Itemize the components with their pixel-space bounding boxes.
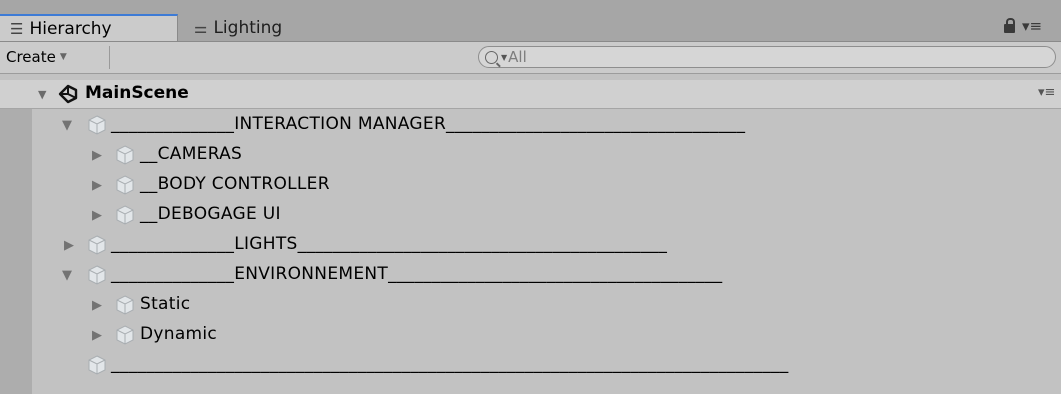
unity-logo-icon [58,84,78,104]
gameobject-cube-icon [116,205,134,225]
create-button[interactable]: Create ▼ [2,46,110,69]
tree-item-label: ________________________________________… [111,354,789,374]
create-button-label: Create [6,48,56,66]
dropdown-arrow-icon: ▼ [59,52,67,62]
collapse-arrow-icon[interactable]: ▶ [92,299,102,312]
gameobject-cube-icon [116,175,134,195]
tree-item[interactable]: ________________________________________… [0,350,1061,380]
tree-item[interactable]: ▼ ______________INTERACTION MANAGER_____… [0,110,1061,140]
tree-item-label: ______________ENVIRONNEMENT_____________… [111,264,723,284]
tree-item-label: __DEBOGAGE UI [140,204,281,224]
toolbar: Create ▼ ▼ [0,42,1061,74]
tab-hierarchy[interactable]: ☰ Hierarchy [0,14,178,41]
gameobject-cube-icon [116,145,134,165]
expand-arrow-icon[interactable]: ▼ [62,119,72,132]
tab-lighting[interactable]: ⚌ Lighting [184,14,334,41]
expand-arrow-icon[interactable]: ▼ [62,269,72,282]
expand-arrow-icon[interactable]: ▼ [38,88,46,101]
hierarchy-list-icon: ☰ [10,19,24,38]
gameobject-cube-icon [88,355,106,375]
hierarchy-window: ☰ Hierarchy ⚌ Lighting ▾≡ Create▼ ▼ ▼ Ma… [0,0,1061,394]
scene-menu-icon[interactable]: ▾≡ [1038,85,1055,100]
tree-item-label: ______________LIGHTS____________________… [111,234,668,254]
gameobject-cube-icon [88,265,106,285]
gameobject-cube-icon [88,115,106,135]
lock-icon[interactable] [1004,18,1015,33]
gameobject-cube-icon [88,235,106,255]
tree-item[interactable]: ▶ __BODY CONTROLLER [0,170,1061,200]
search-field[interactable]: ▼ [478,46,1056,68]
lighting-icon: ⚌ [194,18,208,37]
tree-item[interactable]: ▶ __CAMERAS [0,140,1061,170]
collapse-arrow-icon[interactable]: ▶ [92,329,102,342]
tab-menu-icon[interactable]: ▾≡ [1022,17,1042,35]
gameobject-cube-icon [116,295,134,315]
gameobject-cube-icon [116,325,134,345]
tree-item[interactable]: ▶ __DEBOGAGE UI [0,200,1061,230]
tab-lighting-label: Lighting [213,17,283,38]
tree-item-label: ______________INTERACTION MANAGER_______… [111,114,746,134]
collapse-arrow-icon[interactable]: ▶ [92,179,102,192]
collapse-arrow-icon[interactable]: ▶ [92,149,102,162]
tab-bar: ☰ Hierarchy ⚌ Lighting ▾≡ [0,0,1061,42]
search-input[interactable] [508,48,1009,66]
search-filter-dropdown-icon[interactable]: ▼ [501,53,507,62]
scene-header[interactable]: ▼ MainScene ▾≡ [0,80,1061,109]
tree-item[interactable]: ▶ Dynamic [0,320,1061,350]
hierarchy-tree: ▼ ______________INTERACTION MANAGER_____… [0,110,1061,380]
tree-item-label: __CAMERAS [140,144,243,164]
tree-item[interactable]: ▶ Static [0,290,1061,320]
tree-item-label: Dynamic [140,324,218,344]
scene-name: MainScene [85,83,189,103]
tab-hierarchy-label: Hierarchy [29,18,112,39]
tree-item-label: Static [140,294,191,314]
search-icon[interactable] [485,50,498,64]
collapse-arrow-icon[interactable]: ▶ [92,209,102,222]
tree-item-label: __BODY CONTROLLER [140,174,330,194]
tree-item[interactable]: ▼ ______________ENVIRONNEMENT___________… [0,260,1061,290]
collapse-arrow-icon[interactable]: ▶ [64,239,74,252]
tree-item[interactable]: ▶ ______________LIGHTS__________________… [0,230,1061,260]
